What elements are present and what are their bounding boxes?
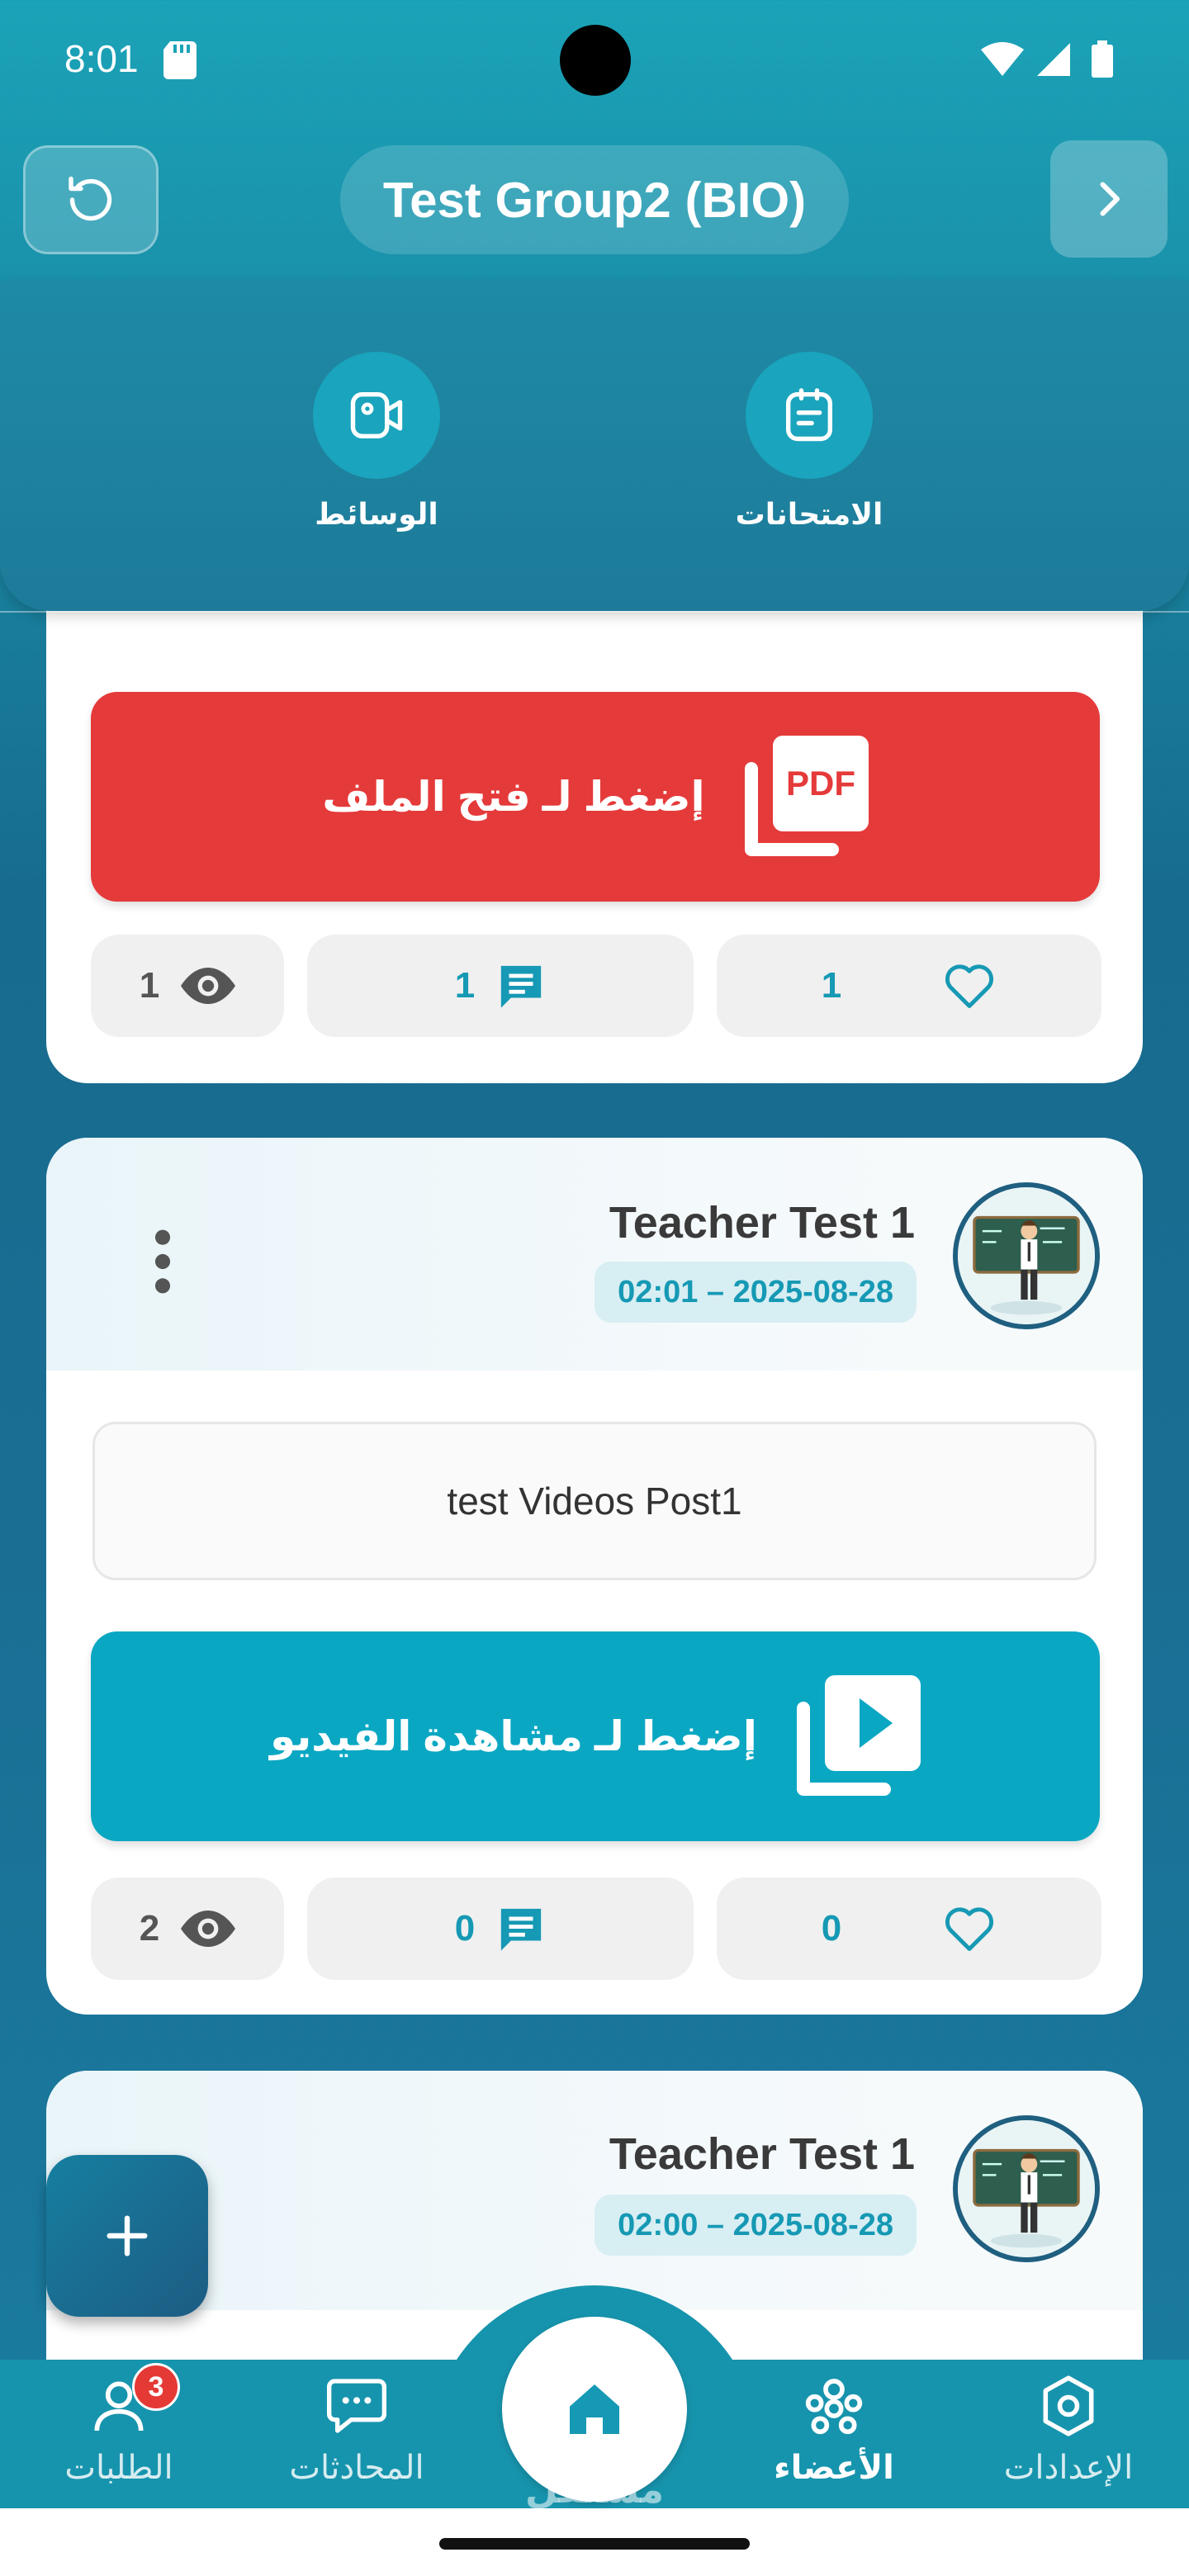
refresh-icon	[69, 176, 112, 221]
nav-chats[interactable]: المحادثات	[266, 2371, 448, 2487]
post-date: 02:00 – 2025-08-28	[594, 2195, 917, 2256]
comment-icon	[501, 965, 542, 1008]
settings-hexagon-icon	[1043, 2375, 1094, 2436]
open-file-label: إضغط لـ فتح الملف	[322, 774, 705, 820]
forward-button[interactable]	[1050, 140, 1168, 258]
avatar[interactable]	[953, 1182, 1100, 1329]
post-header: Teacher Test 1 02:01 – 2025-08-28	[46, 1138, 1143, 1371]
media-label: الوسائط	[315, 497, 438, 531]
comment-icon	[501, 1908, 542, 1951]
group-title: Test Group2 (BIO)	[340, 145, 849, 254]
nav-members-label: الأعضاء	[774, 2450, 894, 2486]
teacher-avatar-image	[958, 1187, 1095, 1324]
like-button[interactable]: 1	[717, 935, 1101, 1037]
heart-icon	[945, 964, 994, 1008]
post-text: test Videos Post1	[92, 1422, 1097, 1580]
nav-chats-label: المحادثات	[289, 2450, 424, 2486]
like-button[interactable]: 0	[717, 1878, 1101, 1980]
author-name: Teacher Test 1	[609, 2129, 915, 2179]
nav-settings-label: الإعدادات	[1003, 2450, 1134, 2486]
quick-menu-panel: الامتحانات الوسائط	[0, 281, 1189, 611]
system-status-icons	[981, 40, 1113, 78]
comments-button[interactable]: 0	[307, 1878, 694, 1980]
watch-video-label: إضغط لـ مشاهدة الفيديو	[270, 1713, 757, 1759]
front-camera	[560, 25, 631, 96]
comments-button[interactable]: 1	[307, 935, 694, 1037]
views-count: 1	[91, 935, 284, 1037]
panel-divider	[0, 611, 1189, 613]
wifi-icon	[981, 42, 1024, 76]
media-shortcut[interactable]: الوسائط	[269, 352, 484, 532]
pdf-icon: PDF	[744, 736, 869, 856]
play-video-icon	[796, 1675, 921, 1796]
chat-bubble-icon	[327, 2379, 387, 2433]
requests-badge: 3	[132, 2363, 180, 2411]
sd-card-icon	[163, 41, 197, 79]
more-options-icon[interactable]	[150, 1229, 175, 1295]
members-icon	[805, 2379, 863, 2435]
home-indicator[interactable]	[439, 2538, 750, 2550]
video-camera-icon	[350, 391, 403, 439]
watermark: مستقل mostaql.com	[524, 2468, 665, 2536]
open-file-button[interactable]: إضغط لـ فتح الملف PDF	[91, 692, 1100, 902]
refresh-button[interactable]	[23, 145, 159, 254]
chevron-right-icon	[1100, 182, 1120, 216]
nav-requests-label: الطلبات	[64, 2450, 173, 2486]
post-card-video: Teacher Test 1 02:01 – 2025-08-28 test V…	[46, 1138, 1143, 2015]
post-date: 02:01 – 2025-08-28	[594, 1262, 917, 1323]
watch-video-button[interactable]: إضغط لـ مشاهدة الفيديو	[91, 1631, 1100, 1841]
plus-icon	[107, 2215, 148, 2256]
svg-text:PDF: PDF	[786, 764, 855, 803]
eye-icon	[181, 1911, 236, 1947]
teacher-avatar-image	[958, 2120, 1095, 2257]
nav-settings[interactable]: الإعدادات	[978, 2371, 1159, 2487]
signal-icon	[1037, 43, 1070, 76]
add-post-button[interactable]	[46, 2155, 208, 2317]
views-count: 2	[91, 1878, 284, 1980]
nav-requests[interactable]: 3 الطلبات	[28, 2363, 210, 2487]
battery-icon	[1092, 45, 1113, 78]
status-time: 8:01	[64, 37, 139, 80]
nav-members[interactable]: الأعضاء	[743, 2371, 925, 2487]
post-header: Teacher Test 1 02:00 – 2025-08-28	[46, 2071, 1143, 2310]
calendar-icon	[785, 388, 833, 442]
avatar[interactable]	[953, 2115, 1100, 2262]
exams-label: الامتحانات	[735, 497, 883, 531]
heart-icon	[945, 1907, 994, 1951]
author-name: Teacher Test 1	[609, 1198, 915, 1248]
exams-shortcut[interactable]: الامتحانات	[702, 352, 917, 532]
eye-icon	[181, 968, 236, 1004]
home-icon	[570, 2384, 619, 2434]
